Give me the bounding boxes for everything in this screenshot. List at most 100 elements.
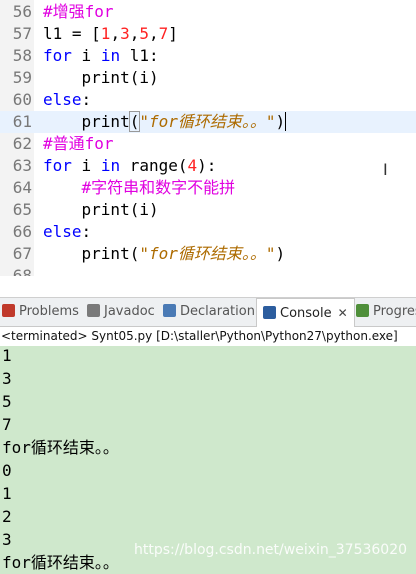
tab-javadoc[interactable]: Javadoc xyxy=(87,298,155,326)
console-output-line: 3 xyxy=(2,369,12,388)
console-output-line: 2 xyxy=(2,507,12,526)
progress-icon xyxy=(356,304,369,317)
watermark-text: https://blog.csdn.net/weixin_37536020 xyxy=(134,542,408,558)
tab-declaration[interactable]: Declaration xyxy=(163,298,255,326)
code-token: for xyxy=(43,46,72,65)
console-output-line: 7 xyxy=(2,415,12,434)
code-text: print(i) xyxy=(43,199,159,221)
editor-panel-splitter[interactable] xyxy=(0,276,416,298)
line-number: 65 xyxy=(12,200,32,219)
code-line[interactable]: 64 #字符串和数字不能拼 xyxy=(0,177,416,199)
console-status-line: <terminated> Synt05.py [D:\staller\Pytho… xyxy=(0,327,416,346)
code-token: ) xyxy=(275,244,286,263)
code-text: else: xyxy=(43,89,91,111)
tab-label: Problems xyxy=(19,304,79,319)
code-text: #普通for xyxy=(43,133,114,155)
console-output-line: for循环结束。。 xyxy=(2,438,119,457)
line-number: 57 xyxy=(12,24,32,43)
line-number: 60 xyxy=(12,90,32,109)
code-token: 7 xyxy=(158,24,169,43)
code-token: ) xyxy=(275,112,287,131)
line-number: 67 xyxy=(12,244,32,263)
console-output-line: 3 xyxy=(2,530,12,549)
code-text: #字符串和数字不能拼 xyxy=(43,177,236,199)
code-token: for xyxy=(43,156,72,175)
console-output[interactable]: 1 3 5 7 for循环结束。。 0 1 2 3 for循环结束。。 xyxy=(0,346,416,572)
code-token: "for循环结束。。" xyxy=(139,112,276,131)
code-line[interactable]: 63 for i in range(4): xyxy=(0,155,416,177)
code-text: print(i) xyxy=(43,67,159,89)
console-output-line: for循环结束。。 xyxy=(2,553,119,572)
tab-label: Javadoc xyxy=(104,304,155,319)
console-icon xyxy=(263,306,276,319)
declaration-icon xyxy=(163,304,176,317)
code-token: else xyxy=(43,222,82,241)
line-number: 61 xyxy=(12,112,32,131)
tab-label: Console xyxy=(280,306,332,321)
code-token: , xyxy=(129,24,140,43)
code-token: : xyxy=(81,90,92,109)
code-editor[interactable]: 56 #增强for 57 l1 = [1,3,5,7] 58 for i in l1: 59… xyxy=(0,0,416,276)
line-number: 68 xyxy=(12,266,32,276)
text-cursor-icon: I xyxy=(383,160,388,179)
console-output-line: 1 xyxy=(2,484,12,503)
problems-icon xyxy=(2,304,15,317)
code-token: print( xyxy=(43,244,140,263)
code-token: i xyxy=(71,156,101,175)
tab-problems[interactable]: Problems xyxy=(2,298,79,326)
code-text: print("for循环结束。。") xyxy=(43,243,286,265)
console-output-line: 5 xyxy=(2,392,12,411)
code-token: 3 xyxy=(120,24,130,43)
code-token: print(i) xyxy=(43,68,159,87)
code-token: l1 = [ xyxy=(43,24,101,43)
line-number: 58 xyxy=(12,46,32,65)
code-line[interactable]: 67 print("for循环结束。。") xyxy=(0,243,416,265)
code-text: for i in l1: xyxy=(43,45,159,67)
code-token: , xyxy=(110,24,121,43)
tab-console[interactable]: Console ✕ xyxy=(256,298,355,327)
code-text: l1 = [1,3,5,7] xyxy=(43,23,178,45)
console-output-line: 1 xyxy=(2,346,12,365)
code-token: else xyxy=(43,90,82,109)
tab-label: Progres xyxy=(373,304,416,319)
line-number: 66 xyxy=(12,222,32,241)
code-line[interactable]: 60 else: xyxy=(0,89,416,111)
line-number: 62 xyxy=(12,134,32,153)
code-text: print("for循环结束。。") xyxy=(43,111,287,133)
code-line[interactable]: 65 print(i) xyxy=(0,199,416,221)
code-token: #普通for xyxy=(43,134,114,153)
code-token: #增强for xyxy=(43,2,114,21)
code-line[interactable]: 56 #增强for xyxy=(0,1,416,23)
code-token: i xyxy=(71,46,101,65)
code-line[interactable]: 58 for i in l1: xyxy=(0,45,416,67)
code-token: 1 xyxy=(100,24,111,43)
code-token: , xyxy=(149,24,159,43)
code-line[interactable]: 59 print(i) xyxy=(0,67,416,89)
code-line[interactable]: 57 l1 = [1,3,5,7] xyxy=(0,23,416,45)
code-token: in xyxy=(100,46,121,65)
code-token: print xyxy=(43,112,130,131)
code-line[interactable]: 68 xyxy=(0,265,416,276)
code-line[interactable]: 61 print("for循环结束。。") xyxy=(0,111,416,133)
code-token: print(i) xyxy=(43,200,159,219)
code-line[interactable]: 62 #普通for xyxy=(0,133,416,155)
code-line[interactable]: 66 else: xyxy=(0,221,416,243)
code-text: #增强for xyxy=(43,1,114,23)
tab-progres[interactable]: Progres xyxy=(356,298,416,326)
bottom-panel-tabbar: Problems Javadoc Declaration Console ✕ Progre… xyxy=(0,298,416,327)
code-token: in xyxy=(100,156,121,175)
tab-label: Declaration xyxy=(180,304,255,319)
close-icon[interactable]: ✕ xyxy=(338,306,348,320)
code-text: else: xyxy=(43,221,91,243)
code-token: : xyxy=(81,222,92,241)
line-number: 59 xyxy=(12,68,32,87)
code-token: #字符串和数字不能拼 xyxy=(43,178,236,197)
code-token: ] xyxy=(168,24,178,43)
code-token: ): xyxy=(197,156,217,175)
code-token: 5 xyxy=(139,24,149,43)
line-number: 64 xyxy=(12,178,32,197)
line-number: 63 xyxy=(12,156,32,175)
code-token: 4 xyxy=(187,156,198,175)
javadoc-icon xyxy=(87,304,100,317)
console-output-line: 0 xyxy=(2,461,12,480)
